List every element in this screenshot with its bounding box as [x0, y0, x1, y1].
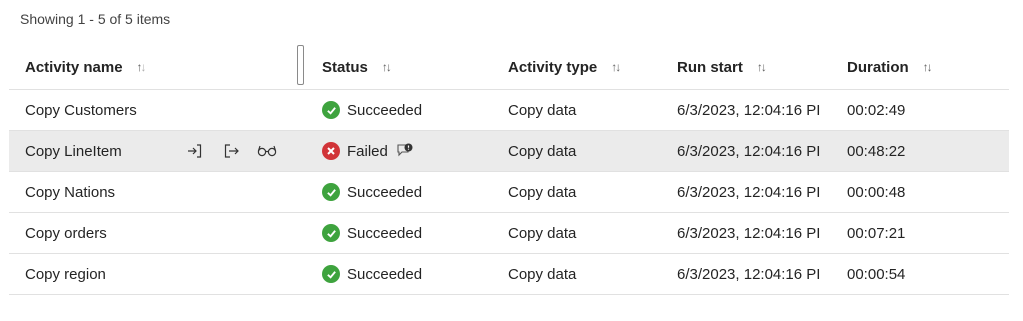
column-header-activity-name[interactable]: Activity name ↑↓	[25, 45, 305, 89]
activity-type-cell: Copy data	[508, 101, 577, 119]
status-cell: Succeeded	[322, 90, 492, 130]
sort-icon[interactable]: ↑↓	[923, 60, 933, 74]
table-row[interactable]: Copy region Succeeded Copy data 6/3/2023…	[9, 254, 1009, 295]
activity-name-cell[interactable]: Copy orders	[25, 213, 305, 253]
duration-cell: 00:07:21	[847, 224, 906, 242]
error-message-icon[interactable]	[396, 143, 414, 159]
item-count-summary: Showing 1 - 5 of 5 items	[20, 11, 171, 27]
activity-name-cell[interactable]: Copy Customers	[25, 90, 305, 130]
activity-runs-table: Activity name ↑↓ Status ↑↓ Activity type…	[9, 45, 1009, 295]
success-check-icon	[322, 265, 340, 283]
glasses-details-icon[interactable]	[256, 140, 278, 162]
activity-name-cell[interactable]: Copy Nations	[25, 172, 305, 212]
table-row[interactable]: Copy Nations Succeeded Copy data 6/3/202…	[9, 172, 1009, 213]
status-cell: Succeeded	[322, 172, 492, 212]
column-header-status[interactable]: Status ↑↓	[322, 45, 492, 89]
run-start-cell: 6/3/2023, 12:04:16 PI	[677, 142, 821, 160]
success-check-icon	[322, 101, 340, 119]
column-resize-handle[interactable]	[297, 45, 304, 85]
output-icon[interactable]	[220, 140, 242, 162]
run-start-cell: 6/3/2023, 12:04:16 PI	[677, 101, 821, 119]
duration-cell: 00:00:48	[847, 183, 906, 201]
column-header-duration[interactable]: Duration ↑↓	[847, 45, 1007, 89]
column-header-run-start[interactable]: Run start ↑↓	[677, 45, 841, 89]
run-start-cell: 6/3/2023, 12:04:16 PI	[677, 265, 821, 283]
table-header-row: Activity name ↑↓ Status ↑↓ Activity type…	[9, 45, 1009, 90]
status-cell: Failed	[322, 131, 492, 171]
table-row[interactable]: Copy Customers Succeeded Copy data 6/3/2…	[9, 90, 1009, 131]
activity-name-cell[interactable]: Copy region	[25, 254, 305, 294]
failure-x-icon	[322, 142, 340, 160]
run-start-cell: 6/3/2023, 12:04:16 PI	[677, 183, 821, 201]
success-check-icon	[322, 183, 340, 201]
success-check-icon	[322, 224, 340, 242]
status-cell: Succeeded	[322, 213, 492, 253]
duration-cell: 00:02:49	[847, 101, 906, 119]
run-start-cell: 6/3/2023, 12:04:16 PI	[677, 224, 821, 242]
activity-type-cell: Copy data	[508, 142, 577, 160]
input-icon[interactable]	[184, 140, 206, 162]
duration-cell: 00:48:22	[847, 142, 906, 160]
activity-type-cell: Copy data	[508, 183, 577, 201]
sort-icon[interactable]: ↑↓	[611, 60, 621, 74]
activity-type-cell: Copy data	[508, 265, 577, 283]
row-actions	[184, 131, 278, 171]
sort-icon[interactable]: ↑↓	[757, 60, 767, 74]
table-row[interactable]: Copy LineItem Failed Copy data 6/3/2023,…	[9, 131, 1009, 172]
duration-cell: 00:00:54	[847, 265, 906, 283]
status-cell: Succeeded	[322, 254, 492, 294]
table-row[interactable]: Copy orders Succeeded Copy data 6/3/2023…	[9, 213, 1009, 254]
activity-type-cell: Copy data	[508, 224, 577, 242]
sort-icon[interactable]: ↑↓	[137, 60, 147, 74]
column-header-activity-type[interactable]: Activity type ↑↓	[508, 45, 668, 89]
sort-icon[interactable]: ↑↓	[382, 60, 392, 74]
